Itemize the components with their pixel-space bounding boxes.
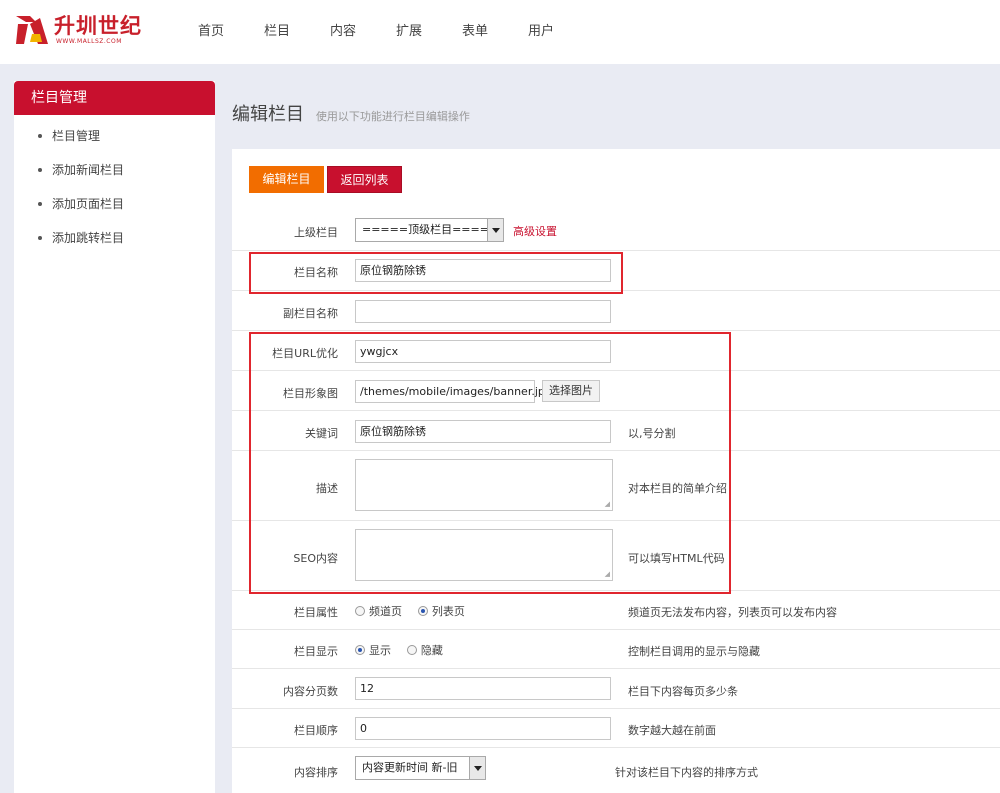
form-row-sort: 内容排序 内容更新时间 新-旧 针对该栏目下内容的排序方式 (232, 748, 1000, 793)
subname-field[interactable] (355, 300, 611, 323)
order-label: 栏目顺序 (294, 724, 338, 737)
form-row-subname: 副栏目名称 (232, 291, 1000, 331)
sort-label: 内容排序 (294, 766, 338, 779)
form-row-parent: 上级栏目 =====顶级栏目===== 高级设置 (232, 210, 1000, 251)
subname-label: 副栏目名称 (283, 307, 338, 320)
nav-item-user[interactable]: 用户 (508, 0, 574, 64)
pagesize-field-wrap: 12 (355, 677, 611, 700)
page-description: 使用以下功能进行栏目编辑操作 (315, 110, 470, 123)
highlight-box-name (249, 252, 623, 294)
attribute-radios: 频道页 列表页 (355, 603, 477, 619)
logo-mark-icon (16, 16, 48, 44)
order-tip: 数字越大越在前面 (628, 724, 716, 737)
sidebar-title: 栏目管理 (14, 81, 215, 115)
nav-item-extend[interactable]: 扩展 (376, 0, 442, 64)
bullet-icon (38, 201, 42, 206)
radio-channel-label: 频道页 (369, 605, 402, 618)
sidebar-item-label: 栏目管理 (52, 129, 101, 143)
subname-field-wrap (355, 300, 611, 323)
bullet-icon (38, 235, 42, 240)
sidebar-item-category-manage[interactable]: 栏目管理 (14, 119, 215, 153)
sort-select-value: 内容更新时间 新-旧 (362, 761, 458, 774)
order-field-wrap: 0 (355, 717, 611, 740)
sort-tip: 针对该栏目下内容的排序方式 (615, 766, 758, 779)
sort-select[interactable]: 内容更新时间 新-旧 (355, 756, 486, 780)
chevron-down-icon[interactable] (469, 757, 485, 779)
nav-item-form[interactable]: 表单 (442, 0, 508, 64)
attribute-label: 栏目属性 (294, 606, 338, 619)
radio-channel-page[interactable] (355, 606, 365, 616)
pagesize-tip: 栏目下内容每页多少条 (628, 685, 738, 698)
display-radios: 显示 隐藏 (355, 642, 455, 658)
form-row-pagesize: 内容分页数 12 栏目下内容每页多少条 (232, 669, 1000, 709)
pagesize-field[interactable]: 12 (355, 677, 611, 700)
parent-label: 上级栏目 (294, 226, 338, 239)
sidebar-list: 栏目管理 添加新闻栏目 添加页面栏目 添加跳转栏目 (14, 115, 215, 255)
highlight-box-seo-group (249, 332, 731, 594)
radio-hide[interactable] (406, 645, 417, 655)
sidebar-item-add-redirect[interactable]: 添加跳转栏目 (14, 221, 215, 255)
order-field[interactable]: 0 (355, 717, 611, 740)
main-nav: 首页 栏目 内容 扩展 表单 用户 (178, 0, 574, 64)
radio-show-label: 显示 (369, 644, 391, 657)
parent-select[interactable]: =====顶级栏目===== (355, 218, 504, 242)
edit-panel: 编辑栏目 返回列表 上级栏目 =====顶级栏目===== 高级设置 栏目名称 … (232, 149, 1000, 793)
tab-edit-category[interactable]: 编辑栏目 (249, 166, 324, 193)
top-bar: 升圳世纪 WWW.MALLSZ.COM 首页 栏目 内容 扩展 表单 用户 (0, 0, 1000, 64)
back-to-list-button[interactable]: 返回列表 (327, 166, 402, 193)
nav-item-home[interactable]: 首页 (178, 0, 244, 64)
nav-item-content[interactable]: 内容 (310, 0, 376, 64)
radio-list-page[interactable] (417, 606, 428, 616)
radio-list-label: 列表页 (431, 605, 465, 618)
nav-item-category[interactable]: 栏目 (244, 0, 310, 64)
display-tip: 控制栏目调用的显示与隐藏 (628, 645, 760, 658)
bullet-icon (38, 133, 42, 138)
logo-subtext: WWW.MALLSZ.COM (56, 38, 122, 45)
page-title: 编辑栏目 (232, 104, 304, 125)
attribute-tip: 频道页无法发布内容，列表页可以发布内容 (628, 606, 837, 619)
radio-hide-label: 隐藏 (420, 644, 443, 657)
form-row-order: 栏目顺序 0 数字越大越在前面 (232, 709, 1000, 748)
sidebar-item-add-news[interactable]: 添加新闻栏目 (14, 153, 215, 187)
form-row-display: 栏目显示 显示 隐藏 控制栏目调用的显示与隐藏 (232, 630, 1000, 669)
radio-show[interactable] (355, 645, 365, 655)
sidebar-item-label: 添加新闻栏目 (52, 163, 125, 177)
chevron-down-icon[interactable] (487, 219, 503, 241)
bullet-icon (38, 167, 42, 172)
advanced-settings-link[interactable]: 高级设置 (513, 223, 557, 239)
sidebar-item-add-page[interactable]: 添加页面栏目 (14, 187, 215, 221)
page-header: 编辑栏目 使用以下功能进行栏目编辑操作 (232, 100, 470, 126)
form-row-attribute: 栏目属性 频道页 列表页 频道页无法发布内容，列表页可以发布内容 (232, 591, 1000, 630)
parent-select-value: =====顶级栏目===== (362, 223, 499, 236)
display-label: 栏目显示 (294, 645, 338, 658)
pagesize-label: 内容分页数 (283, 685, 338, 698)
logo[interactable]: 升圳世纪 WWW.MALLSZ.COM (14, 12, 141, 46)
sidebar: 栏目管理 栏目管理 添加新闻栏目 添加页面栏目 添加跳转栏目 (14, 81, 215, 793)
sidebar-item-label: 添加跳转栏目 (52, 231, 125, 245)
sidebar-item-label: 添加页面栏目 (52, 197, 125, 211)
logo-text: 升圳世纪 (54, 14, 142, 38)
